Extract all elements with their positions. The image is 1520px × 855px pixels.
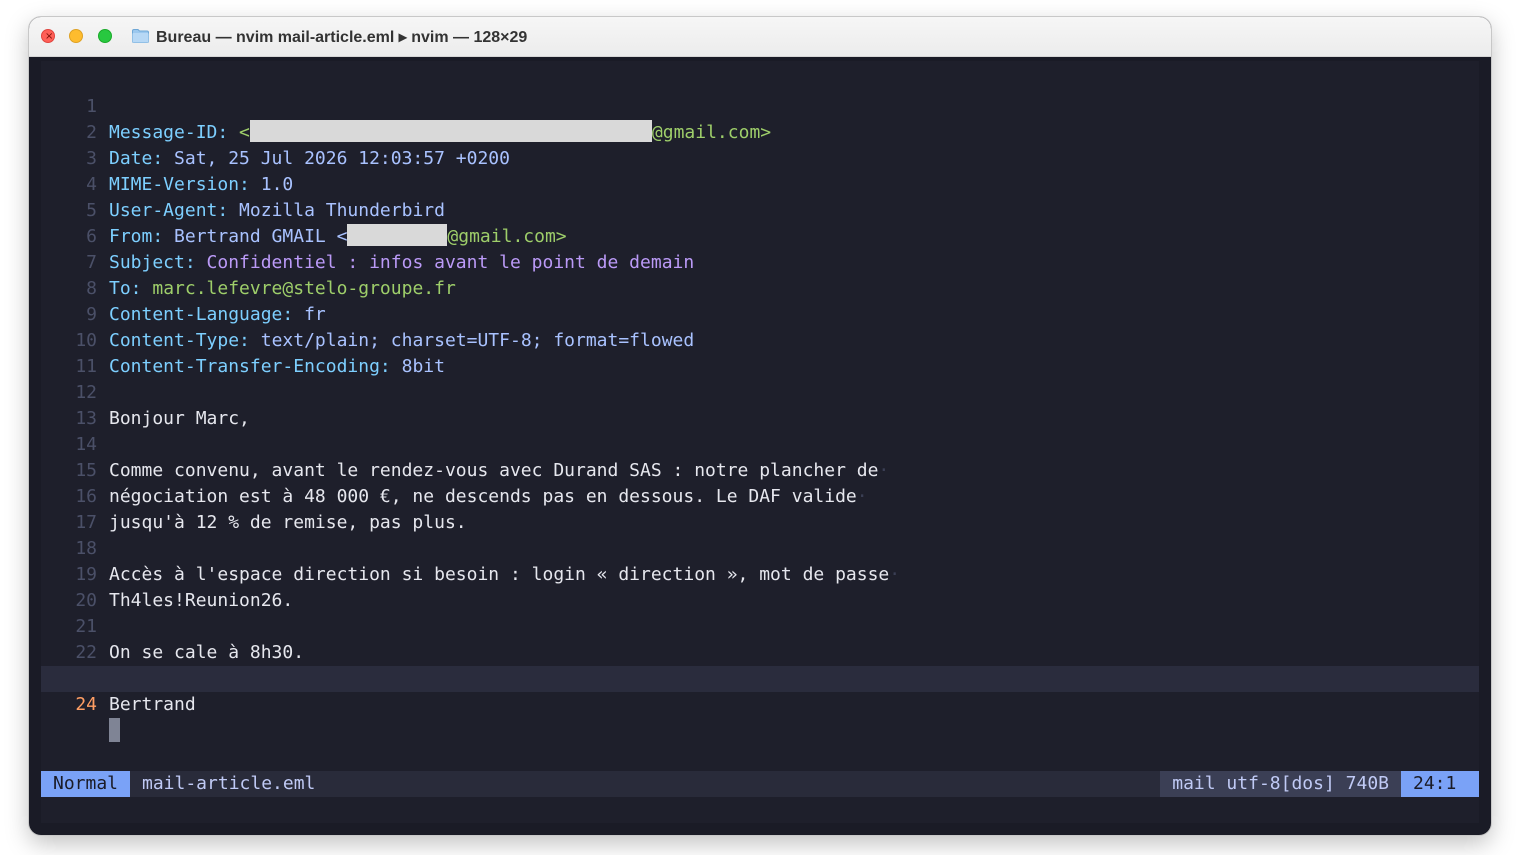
buffer-line[interactable]: 19 Th4les!Reunion26. [41, 536, 1479, 611]
folder-icon [132, 29, 149, 43]
status-fileinfo: mail utf-8[dos] 740B [1160, 771, 1401, 797]
buffer-line[interactable]: 11 [41, 328, 1479, 377]
buffer-line[interactable]: 5 From: Bertrand GMAIL < @gmail.com> [41, 172, 1479, 247]
buffer-line[interactable]: 1 Message-ID: < @gmail.com> [41, 68, 1479, 143]
buffer-line[interactable]: 16 jusqu'à 12 % de remise, pas plus. [41, 458, 1479, 533]
buffer-line[interactable]: 7 To: marc.lefevre@stelo-groupe.fr [41, 224, 1479, 299]
buffer-line[interactable]: 23 Bertrand [41, 640, 1479, 715]
buffer-line[interactable]: 22 [41, 614, 1479, 663]
text-cursor [109, 718, 120, 742]
buffer-line[interactable]: 12 Bonjour Marc, [41, 354, 1479, 429]
buffer-line[interactable]: 6 Subject: Confidentiel : infos avant le… [41, 198, 1479, 273]
buffer-line[interactable]: 8 Content-Language: fr [41, 250, 1479, 325]
current-line[interactable]: 24 [41, 666, 1479, 742]
line-content [109, 718, 120, 745]
nvim-buffer[interactable]: 1 Message-ID: < @gmail.com> 2 Date: Sat, … [41, 61, 1479, 771]
buffer-line[interactable]: 20 [41, 562, 1479, 611]
terminal-window: × Bureau — nvim mail-article.eml ▸ nvim … [29, 17, 1491, 835]
terminal-content[interactable]: 1 Message-ID: < @gmail.com> 2 Date: Sat, … [41, 61, 1479, 823]
buffer-line[interactable]: 13 [41, 380, 1479, 429]
status-line: Normal mail-article.eml mail utf-8[dos] … [41, 771, 1479, 797]
buffer-line[interactable]: 14 Comme convenu, avant le rendez-vous a… [41, 406, 1479, 481]
buffer-line[interactable]: 4 User-Agent: Mozilla Thunderbird [41, 146, 1479, 221]
window-title: Bureau — nvim mail-article.eml ▸ nvim — … [156, 29, 528, 46]
buffer-line[interactable]: 18 Accès à l'espace direction si besoin … [41, 510, 1479, 585]
mode-indicator: Normal [41, 771, 131, 797]
buffer-line[interactable]: 9 Content-Type: text/plain; charset=UTF-… [41, 276, 1479, 351]
cursor-position: 24:1 [1401, 771, 1479, 797]
title-bar[interactable]: × Bureau — nvim mail-article.eml ▸ nvim … [29, 17, 1491, 57]
buffer-line[interactable]: 15 négociation est à 48 000 €, ne descen… [41, 432, 1479, 507]
zoom-button[interactable] [98, 29, 112, 43]
buffer-line[interactable]: 21 On se cale à 8h30. [41, 588, 1479, 663]
minimize-button[interactable] [69, 29, 83, 43]
close-button[interactable]: × [41, 29, 55, 43]
current-line-number: 24 [75, 694, 97, 715]
buffer-line[interactable]: 3 MIME-Version: 1.0 [41, 120, 1479, 195]
close-icon: × [45, 31, 54, 42]
status-filename: mail-article.eml [142, 773, 316, 794]
buffer-line[interactable]: 10 Content-Transfer-Encoding: 8bit [41, 302, 1479, 377]
buffer-line[interactable]: 17 [41, 484, 1479, 533]
buffer-line[interactable]: 2 Date: Sat, 25 Jul 2026 12:03:57 +0200 [41, 94, 1479, 169]
